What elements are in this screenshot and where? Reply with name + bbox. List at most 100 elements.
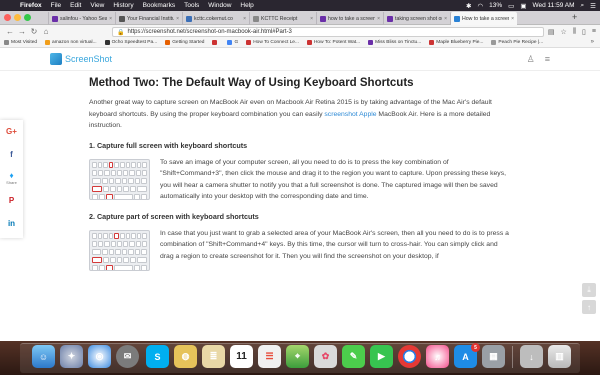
scroll-to-top-icon[interactable]: ↑ <box>582 300 596 314</box>
article: Method Two: The Default Way of Using Key… <box>89 76 509 274</box>
tab-favicon-icon <box>186 15 192 22</box>
tab-close-icon[interactable]: × <box>310 16 313 22</box>
site-logo[interactable]: ScreenShot <box>50 53 112 65</box>
reload-icon[interactable]: ↻ <box>28 27 40 36</box>
tab-close-icon[interactable]: × <box>511 16 514 22</box>
menu-app-firefox[interactable]: Firefox <box>20 2 42 9</box>
menu-tools[interactable]: Tools <box>184 2 199 9</box>
notification-center-icon[interactable]: ☰ <box>590 2 596 10</box>
spotlight-icon[interactable]: ⌕ <box>581 2 585 10</box>
reader-view-icon[interactable]: ▤ <box>548 28 555 36</box>
twitter-share-icon[interactable]: ♦ Share <box>0 166 23 189</box>
itunes-icon[interactable]: ♫ <box>426 345 449 368</box>
forward-icon[interactable]: → <box>16 27 28 36</box>
notes-icon[interactable]: ≣ <box>202 345 225 368</box>
flag-icon[interactable]: ▣ <box>520 2 526 10</box>
bookmark-favicon-icon <box>306 40 312 45</box>
menu-help[interactable]: Help <box>240 2 253 9</box>
tab-2[interactable]: kcttc.cokernut.co × <box>182 12 249 25</box>
app-store-icon[interactable]: A5 <box>454 343 480 368</box>
wifi-icon[interactable]: ◠ <box>477 2 483 10</box>
tab-title: salinfou - Yahoo Sear <box>60 15 108 22</box>
menu-window[interactable]: Window <box>208 2 231 9</box>
menu-history[interactable]: History <box>113 2 133 9</box>
downloads-icon[interactable]: ↓ <box>520 345 543 368</box>
bookmark-item[interactable]: Peach Pie Recipe |... <box>491 40 543 45</box>
preview-icon[interactable]: ▦ <box>482 345 505 368</box>
trash-icon[interactable]: ▥ <box>548 345 571 368</box>
user-icon[interactable]: ♙ <box>527 54 535 65</box>
bookmarks-overflow-icon[interactable]: » <box>591 39 594 45</box>
linkedin-share-icon[interactable]: in <box>0 212 23 235</box>
bookmark-item[interactable] <box>212 40 219 45</box>
tab-close-icon[interactable]: × <box>109 16 112 22</box>
close-window-button[interactable] <box>4 14 11 21</box>
facetime-icon[interactable]: ▶ <box>370 345 393 368</box>
menu-view[interactable]: View <box>90 2 104 9</box>
tab-close-icon[interactable]: × <box>444 16 447 22</box>
address-url[interactable]: https://screenshot.net/screenshot-on-mac… <box>127 29 291 35</box>
bookmark-item[interactable]: How To Connect Le... <box>246 40 299 45</box>
new-tab-button[interactable]: + <box>572 12 577 22</box>
logo-text: ScreenShot <box>65 54 113 64</box>
menu-edit[interactable]: Edit <box>70 2 81 9</box>
tab-0[interactable]: salinfou - Yahoo Sear × <box>48 12 115 25</box>
chrome-icon[interactable] <box>398 345 421 368</box>
bookmark-favicon-icon <box>368 40 374 45</box>
app-menu-icon[interactable]: ≡ <box>592 28 596 35</box>
library-icon[interactable]: ⫼ <box>573 28 576 36</box>
minimize-window-button[interactable] <box>14 14 21 21</box>
bookmark-item[interactable]: Maple Blueberry Pie... <box>429 40 483 45</box>
menu-bookmarks[interactable]: Bookmarks <box>143 2 176 9</box>
tab-favicon-icon <box>253 15 259 22</box>
menu-file[interactable]: File <box>51 2 61 9</box>
tab-3[interactable]: KCTTC Receipt × <box>249 12 316 25</box>
launchpad-icon[interactable]: ✦ <box>60 345 83 368</box>
bookmark-favicon-icon <box>104 40 110 45</box>
download-icon[interactable]: ⤓ <box>582 283 596 297</box>
messages-icon[interactable]: ✎ <box>342 345 365 368</box>
tab-close-icon[interactable]: × <box>243 16 246 22</box>
screenshot-apple-link[interactable]: screenshot Apple <box>324 111 376 118</box>
photos-icon[interactable]: ✿ <box>314 345 337 368</box>
tab-1[interactable]: Your Financial Institution× <box>115 12 182 25</box>
reminders-icon[interactable]: ☰ <box>258 345 281 368</box>
tab-5[interactable]: taking screen shot on × <box>383 12 450 25</box>
bluetooth-icon[interactable]: ✱ <box>466 2 471 10</box>
menu-icon[interactable]: ≡ <box>545 54 550 65</box>
bookmark-label: Peach Pie Recipe |... <box>498 40 544 45</box>
tab-close-icon[interactable]: × <box>377 16 380 22</box>
bookmark-item[interactable]: Most Visited <box>4 40 37 45</box>
pinterest-share-icon[interactable]: P <box>0 189 23 212</box>
skype-icon[interactable]: S <box>146 345 169 368</box>
contacts-icon[interactable]: ◍ <box>174 345 197 368</box>
bookmark-item[interactable]: Miss Bliss on Tinctu... <box>368 40 421 45</box>
bookmark-item[interactable]: amazon non virtual... <box>45 40 97 45</box>
calendar-icon[interactable]: 11 <box>230 345 253 368</box>
battery-icon[interactable]: ▭ <box>508 2 514 10</box>
zoom-window-button[interactable] <box>24 14 31 21</box>
back-icon[interactable]: ← <box>4 27 16 36</box>
bookmark-item[interactable]: Getting Started <box>165 40 204 45</box>
safari-icon[interactable]: ◎ <box>88 345 111 368</box>
bookmark-item[interactable]: G <box>227 40 238 45</box>
tab-strip: salinfou - Yahoo Sear × Your Financial Ins… <box>0 11 600 25</box>
sidebar-icon[interactable]: ▯ <box>582 28 586 36</box>
address-bar[interactable]: 🔒 https://screenshot.net/screenshot-on-m… <box>112 27 544 37</box>
bookmark-item[interactable]: How To: Potent Wat... <box>306 40 360 45</box>
maps-icon[interactable]: ⌖ <box>286 345 309 368</box>
clock[interactable]: Wed 11:59 AM <box>532 2 574 9</box>
tab-close-icon[interactable]: × <box>176 16 179 22</box>
tab-6[interactable]: How to take a screenshot× <box>450 12 517 25</box>
tab-favicon-icon <box>52 15 58 22</box>
home-icon[interactable]: ⌂ <box>40 27 52 36</box>
tab-4[interactable]: how to take a screenshot× <box>316 12 383 25</box>
lock-icon[interactable]: 🔒 <box>117 29 124 36</box>
google-plus-share-icon[interactable]: G+ <box>0 120 23 143</box>
facebook-share-icon[interactable]: f <box>0 143 23 166</box>
bookmark-item[interactable]: Ocho Speedtest Pa... <box>104 40 157 45</box>
bookmark-star-icon[interactable]: ☆ <box>561 28 567 36</box>
finder-icon[interactable]: ☺ <box>32 345 55 368</box>
mail-icon[interactable]: ✉ <box>116 345 139 368</box>
bookmark-label: How To Connect Le... <box>253 40 299 45</box>
